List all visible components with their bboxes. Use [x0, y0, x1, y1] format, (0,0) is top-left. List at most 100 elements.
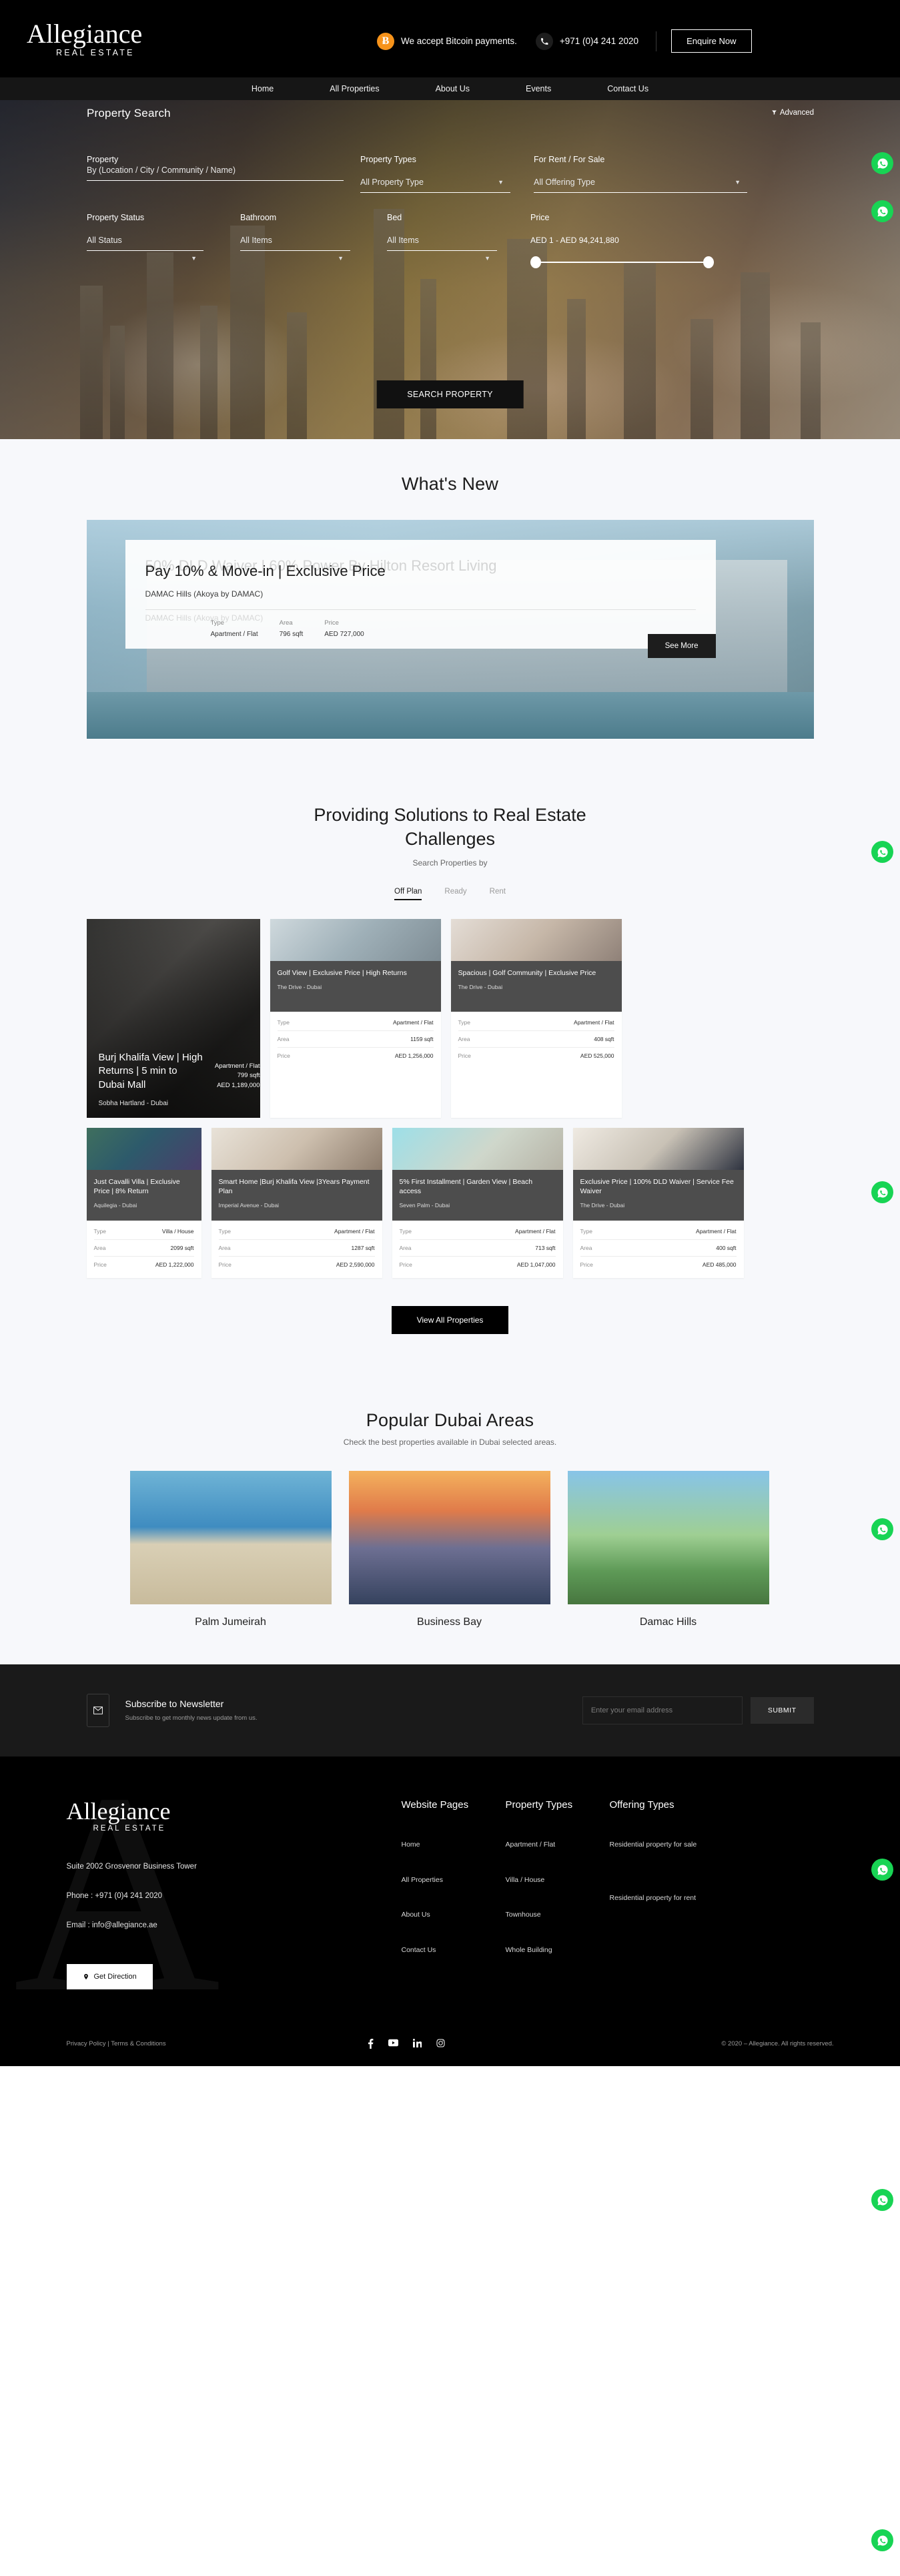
bitcoin-text: We accept Bitcoin payments. — [401, 36, 517, 46]
label-price: Price — [93, 1261, 107, 1268]
whatsapp-float-button[interactable] — [871, 841, 893, 863]
footer-link-all-properties[interactable]: All Properties — [402, 1875, 482, 1886]
nav-item-home[interactable]: Home — [223, 84, 302, 93]
property-card-row-price: Price AED 1,047,000 — [400, 1257, 556, 1273]
property-card[interactable]: Just Cavalli Villa | Exclusive Price | 8… — [86, 1127, 201, 1278]
area-card-palm-jumeirah[interactable]: Palm Jumeirah — [129, 1470, 332, 1628]
carousel-detail-type-label: Type — [210, 619, 225, 627]
slider-knob-min[interactable] — [530, 256, 541, 268]
area-card-business-bay[interactable]: Business Bay — [348, 1470, 550, 1628]
whatsapp-float-button[interactable] — [871, 152, 893, 174]
page-root: Allegiance REAL ESTATE Ƀ We accept Bitco… — [0, 0, 900, 2551]
filter-icon — [771, 109, 777, 117]
footer-link-contact-us[interactable]: Contact Us — [402, 1945, 482, 1956]
whatsapp-float-button[interactable] — [871, 1518, 893, 1540]
footer-link-villa-house[interactable]: Villa / House — [506, 1875, 586, 1886]
phone-icon — [535, 32, 553, 50]
field-underline — [240, 250, 350, 251]
search-field-bathroom[interactable]: Bathroom All Items ▼ — [240, 213, 350, 269]
property-card[interactable]: 5% First Installment | Garden View | Bea… — [392, 1127, 563, 1278]
nav-item-contact-us[interactable]: Contact Us — [579, 84, 677, 93]
property-card[interactable]: Spacious | Golf Community | Exclusive Pr… — [450, 918, 622, 1118]
footer-link-residential-for-sale[interactable]: Residential property for sale — [610, 1840, 710, 1851]
featured-property-card[interactable]: Apartment / Flat 799 sqft AED 1,189,000 … — [86, 918, 260, 1118]
footer-link-whole-building[interactable]: Whole Building — [506, 1945, 586, 1956]
youtube-icon[interactable] — [388, 2039, 398, 2049]
value-area: 408 sqft — [594, 1035, 614, 1042]
property-card-location: Imperial Avenue - Dubai — [218, 1202, 280, 1209]
advanced-label: Advanced — [779, 109, 814, 117]
label-type: Type — [458, 1018, 470, 1026]
enquire-now-button[interactable]: Enquire Now — [671, 29, 752, 53]
price-range-slider[interactable] — [530, 256, 714, 269]
value-type: Apartment / Flat — [334, 1227, 375, 1235]
nav-item-events[interactable]: Events — [498, 84, 579, 93]
slider-track — [530, 262, 714, 263]
facebook-icon[interactable] — [368, 2039, 374, 2049]
footer-link-about-us[interactable]: About Us — [402, 1910, 482, 1921]
whats-new-title: What's New — [401, 474, 499, 494]
carousel-slide-details: Type Apartment / Flat Area 796 sqft Pric… — [145, 619, 696, 638]
advanced-search-toggle[interactable]: Advanced — [771, 109, 814, 117]
get-direction-button[interactable]: Get Direction — [66, 1964, 153, 1990]
search-property-button[interactable]: SEARCH PROPERTY — [376, 380, 524, 408]
location-pin-icon — [83, 1973, 89, 1981]
search-field-property[interactable]: Property By (Location / City / Community… — [87, 155, 344, 193]
footer-link-residential-for-rent[interactable]: Residential property for rent — [610, 1893, 710, 1904]
instagram-icon[interactable] — [436, 2039, 445, 2049]
tab-ready[interactable]: Ready — [444, 888, 466, 900]
whatsapp-float-button[interactable] — [871, 1859, 893, 1881]
slider-knob-max[interactable] — [703, 256, 714, 268]
search-field-property-types[interactable]: Property Types All Property Type ▼ — [360, 155, 510, 193]
whatsapp-float-button[interactable] — [871, 2189, 893, 2211]
property-card[interactable]: Smart Home |Burj Khalifa View |3Years Pa… — [211, 1127, 382, 1278]
featured-property-title: Burj Khalifa View | High Returns | 5 min… — [98, 1052, 203, 1090]
footer-privacy-links[interactable]: Privacy Policy | Terms & Conditions — [67, 2040, 166, 2047]
search-field-bed[interactable]: Bed All Items ▼ — [387, 213, 497, 269]
brand-logo[interactable]: Allegiance REAL ESTATE — [27, 20, 142, 57]
search-value-bathroom: All Items — [240, 236, 272, 245]
search-label-property-types: Property Types — [360, 155, 416, 164]
property-grid-row: Just Cavalli Villa | Exclusive Price | 8… — [86, 1127, 814, 1278]
area-card-damac-hills[interactable]: Damac Hills — [567, 1470, 769, 1628]
top-bar: Allegiance REAL ESTATE Ƀ We accept Bitco… — [0, 0, 900, 77]
search-field-price[interactable]: Price AED 1 - AED 94,241,880 — [530, 213, 714, 269]
property-card-body: Type Apartment / Flat Area 1159 sqft Pri… — [270, 1012, 441, 1069]
property-card-image — [572, 1127, 744, 1170]
footer-link-townhouse[interactable]: Townhouse — [506, 1910, 586, 1921]
property-card-head: Exclusive Price | 100% DLD Waiver | Serv… — [572, 1169, 744, 1221]
newsletter-submit-button[interactable]: SUBMIT — [750, 1696, 814, 1724]
property-card-row-price: Price AED 2,590,000 — [219, 1257, 375, 1273]
property-card-body: Type Apartment / Flat Area 713 sqft Pric… — [392, 1221, 563, 1278]
search-field-property-status[interactable]: Property Status All Status ▼ — [87, 213, 203, 269]
main-navigation: Home All Properties About Us Events Cont… — [0, 77, 900, 100]
linkedin-icon[interactable] — [412, 2039, 422, 2049]
carousel-detail-type: Type Apartment / Flat — [211, 619, 258, 638]
property-card-title: Just Cavalli Villa | Exclusive Price | 8… — [93, 1177, 180, 1196]
footer-logo-tagline: REAL ESTATE — [93, 1824, 166, 1833]
whatsapp-float-button[interactable] — [871, 2529, 893, 2551]
newsletter-email-input[interactable] — [582, 1696, 743, 1724]
footer-link-apartment-flat[interactable]: Apartment / Flat — [506, 1840, 586, 1851]
view-all-properties-button[interactable]: View All Properties — [391, 1305, 509, 1334]
search-label-bed: Bed — [387, 213, 402, 222]
property-card-location: The Drive - Dubai — [580, 1202, 625, 1209]
field-underline — [87, 180, 344, 181]
phone-contact[interactable]: +971 (0)4 241 2020 — [535, 32, 638, 50]
tab-off-plan[interactable]: Off Plan — [394, 888, 422, 900]
featured-property-overlay: Burj Khalifa View | High Returns | 5 min… — [99, 1051, 251, 1107]
property-card[interactable]: Exclusive Price | 100% DLD Waiver | Serv… — [572, 1127, 744, 1278]
property-card[interactable]: Golf View | Exclusive Price | High Retur… — [270, 918, 441, 1118]
whatsapp-float-button[interactable] — [871, 1181, 893, 1203]
whatsapp-float-button[interactable] — [871, 200, 893, 222]
footer-link-home[interactable]: Home — [402, 1840, 482, 1851]
value-area: 400 sqft — [716, 1244, 737, 1251]
tab-rent[interactable]: Rent — [490, 888, 506, 900]
price-range-value: AED 1 - AED 94,241,880 — [530, 236, 619, 245]
nav-item-all-properties[interactable]: All Properties — [302, 84, 407, 93]
solutions-title-line1: Providing Solutions to Real Estate — [314, 805, 586, 825]
search-field-offering-type[interactable]: For Rent / For Sale All Offering Type ▼ — [534, 155, 747, 193]
property-card-title: Smart Home |Burj Khalifa View |3Years Pa… — [218, 1177, 370, 1196]
nav-item-about-us[interactable]: About Us — [408, 84, 498, 93]
carousel-slide-card[interactable]: 50% DLD Waiver | 60% Power By Hilton Res… — [125, 540, 716, 658]
